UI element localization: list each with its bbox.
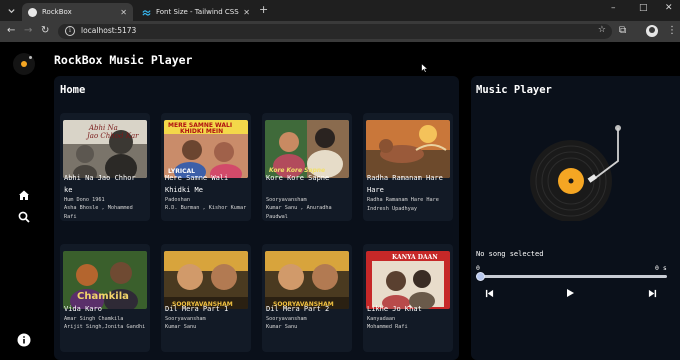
album-art: MERE SAMNE WALI KHIDKI MEIN LYRICAL: [164, 120, 248, 178]
vinyl-record-icon: [530, 125, 621, 221]
profile-avatar[interactable]: [646, 25, 658, 37]
home-icon[interactable]: [16, 187, 32, 203]
now-playing-status: No song selected: [476, 250, 544, 258]
song-artists: Mohammed Rafi: [367, 324, 408, 330]
svg-text:Abhi Na: Abhi Na: [88, 124, 118, 132]
current-time: 0: [476, 264, 480, 272]
play-button[interactable]: [564, 287, 576, 299]
song-card[interactable]: SOORYAVANSHAM Dil Mera Part 1 Sooryavans…: [161, 244, 251, 352]
song-artists: R.D. Burman , Kishor Kumar: [165, 205, 247, 211]
home-panel: Home Abhi Na Jao Chhod Kar Abhi Na Jao C…: [54, 76, 459, 360]
song-card[interactable]: Radha Ramanam Hare Hare Radha Ramanam Ha…: [363, 113, 453, 221]
song-card[interactable]: Abhi Na Jao Chhod Kar Abhi Na Jao Chhor …: [60, 113, 150, 221]
forward-button[interactable]: →: [24, 25, 32, 36]
skip-previous-icon: [485, 289, 493, 297]
svg-text:KANYA DAAN: KANYA DAAN: [392, 254, 438, 261]
song-title: Likhe Jo Khat: [367, 305, 422, 313]
play-icon: [567, 289, 574, 297]
tab-label: Font Size - Tailwind CSS: [156, 8, 239, 16]
address-field[interactable]: i localhost:5173 ☆: [58, 24, 612, 39]
total-time: 0 s: [655, 264, 667, 272]
back-button[interactable]: ←: [7, 25, 15, 36]
song-card[interactable]: MERE SAMNE WALI KHIDKI MEIN LYRICAL Mere…: [161, 113, 251, 221]
skip-next-icon: [648, 289, 656, 297]
song-card[interactable]: KANYA DAAN Likhe Jo Khat Kanyadaan Moham…: [363, 244, 453, 352]
reload-button[interactable]: ↻: [41, 25, 49, 36]
rockbox-favicon-icon: [28, 7, 37, 17]
app-root: RockBox Music Player Home Abhi Na Jao Ch…: [0, 42, 680, 360]
new-tab-button[interactable]: +: [259, 3, 268, 16]
song-title: Radha Ramanam Hare Hare: [367, 174, 443, 194]
info-icon[interactable]: [16, 332, 32, 348]
search-icon[interactable]: [16, 209, 32, 225]
mouse-cursor-icon: [421, 63, 429, 73]
next-button[interactable]: [646, 287, 658, 299]
album-art: [366, 120, 450, 178]
song-card[interactable]: Chamkila Vida Karo Amar Singh Chamkila A…: [60, 244, 150, 352]
player-title: Music Player: [476, 84, 552, 96]
minimize-button[interactable]: –: [611, 3, 616, 13]
bookmark-star-icon[interactable]: ☆: [598, 25, 606, 35]
song-artists: Arijit Singh,Jonita Gandhi: [64, 324, 146, 330]
album-art: Abhi Na Jao Chhod Kar: [63, 120, 147, 178]
song-title: Dil Mera Part 2: [266, 305, 330, 313]
song-artists: Asha Bhosle , Mohammed Rafi: [64, 205, 133, 220]
browser-menu-icon[interactable]: ⋮: [667, 25, 677, 36]
progress-thumb[interactable]: [476, 272, 485, 281]
svg-text:Jao Chhod Kar: Jao Chhod Kar: [85, 132, 139, 140]
previous-button[interactable]: [483, 287, 495, 299]
rockbox-logo: [13, 53, 35, 75]
tab-tailwind[interactable]: Font Size - Tailwind CSS ✕: [136, 3, 256, 21]
album-art: KANYA DAAN: [366, 251, 450, 309]
browser-tab-bar: RockBox ✕ Font Size - Tailwind CSS ✕ + –…: [0, 0, 680, 21]
app-title: RockBox Music Player: [54, 53, 193, 67]
site-info-icon[interactable]: i: [65, 26, 75, 36]
svg-text:KHIDKI MEIN: KHIDKI MEIN: [180, 128, 223, 135]
song-title: Vida Karo: [64, 305, 102, 313]
song-title: Abhi Na Jao Chhor ke: [64, 174, 136, 194]
music-player-panel: Music Player No song selected 0 0 s: [471, 76, 680, 360]
album-art: SOORYAVANSHAM: [164, 251, 248, 309]
tab-label: RockBox: [42, 8, 72, 16]
tab-search-icon[interactable]: [7, 6, 16, 15]
song-title: Dil Mera Part 1: [165, 305, 229, 313]
tab-close-icon[interactable]: ✕: [120, 8, 127, 17]
song-artists: Kumar Sanu: [165, 324, 197, 330]
song-artists: Kumar Sanu , Anuradha Paudwal: [266, 205, 332, 220]
close-window-button[interactable]: ✕: [665, 3, 673, 13]
maximize-button[interactable]: □: [639, 3, 648, 13]
tab-rockbox[interactable]: RockBox ✕: [22, 3, 133, 21]
song-artists: Kumar Sanu: [266, 324, 298, 330]
song-artists: Radha Ramanam Hare Hare Indresh Upadhyay: [367, 197, 439, 212]
song-card[interactable]: SOORYAVANSHAM Dil Mera Part 2 Sooryavans…: [262, 244, 352, 352]
album-art: Kore Kore Sapne: [265, 120, 349, 178]
album-art: SOORYAVANSHAM: [265, 251, 349, 309]
song-card[interactable]: Kore Kore Sapne Kore Kore Sapne Sooryava…: [262, 113, 352, 221]
tailwind-favicon-icon: [142, 9, 151, 16]
home-title: Home: [60, 84, 86, 96]
address-bar-row: ← → ↻ i localhost:5173 ☆ ⧉ ⋮: [0, 21, 680, 42]
url-text[interactable]: localhost:5173: [81, 26, 136, 35]
song-title: Mere Samne Wali Khidki Me: [165, 174, 229, 194]
tab-close-icon[interactable]: ✕: [243, 8, 250, 17]
progress-track[interactable]: [479, 275, 667, 278]
song-title: Kore Kore Sapne: [266, 174, 330, 182]
album-art: Chamkila: [63, 251, 147, 309]
extensions-icon[interactable]: ⧉: [619, 25, 626, 36]
svg-text:Chamkila: Chamkila: [77, 291, 129, 302]
